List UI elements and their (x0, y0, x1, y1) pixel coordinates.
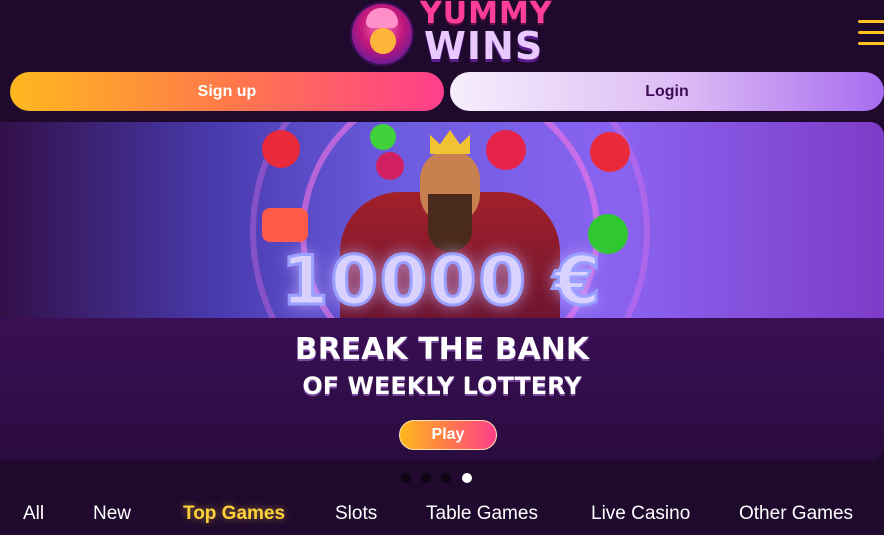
site-logo[interactable]: YUMMY WINS (348, 0, 552, 68)
login-button[interactable]: Login (450, 72, 884, 111)
cupcake-mascot-icon (350, 2, 414, 66)
strawberry-icon (486, 130, 526, 170)
tab-live-casino[interactable]: Live Casino (591, 503, 690, 525)
auth-buttons: Sign up Login (10, 72, 884, 112)
gem-icon (262, 208, 308, 242)
lime-icon (370, 124, 396, 150)
banner-artwork: 10000 € (0, 122, 884, 432)
tab-table-games[interactable]: Table Games (426, 503, 538, 525)
promo-banner[interactable]: 10000 € BREAK THE BANK OF WEEKLY LOTTERY… (0, 122, 884, 460)
game-category-nav: All New Top Games Slots Table Games Live… (0, 500, 884, 530)
hamburger-menu-icon[interactable] (858, 20, 884, 50)
logo-text-wins: WINS (424, 24, 544, 68)
carousel-pagination (401, 473, 481, 485)
header: YUMMY WINS (0, 0, 884, 70)
tab-slots[interactable]: Slots (335, 503, 377, 525)
carousel-dot-1[interactable] (401, 473, 411, 483)
carousel-dot-2[interactable] (421, 473, 431, 483)
jackpot-amount: 10000 € (280, 241, 603, 323)
carousel-dot-3[interactable] (441, 473, 451, 483)
carousel-dot-4[interactable] (462, 473, 472, 483)
promo-headline: BREAK THE BANK (294, 332, 590, 367)
promo-subheadline: OF WEEKLY LOTTERY (302, 372, 582, 400)
signup-button[interactable]: Sign up (10, 72, 444, 111)
cherry-icon (262, 130, 300, 168)
tab-top-games[interactable]: Top Games (183, 503, 285, 525)
raspberry-icon (376, 152, 404, 180)
cherry-icon (590, 132, 630, 172)
tab-all[interactable]: All (23, 503, 44, 525)
tab-other-games[interactable]: Other Games (739, 503, 853, 525)
play-button[interactable]: Play (399, 420, 497, 450)
tab-new[interactable]: New (93, 503, 131, 525)
